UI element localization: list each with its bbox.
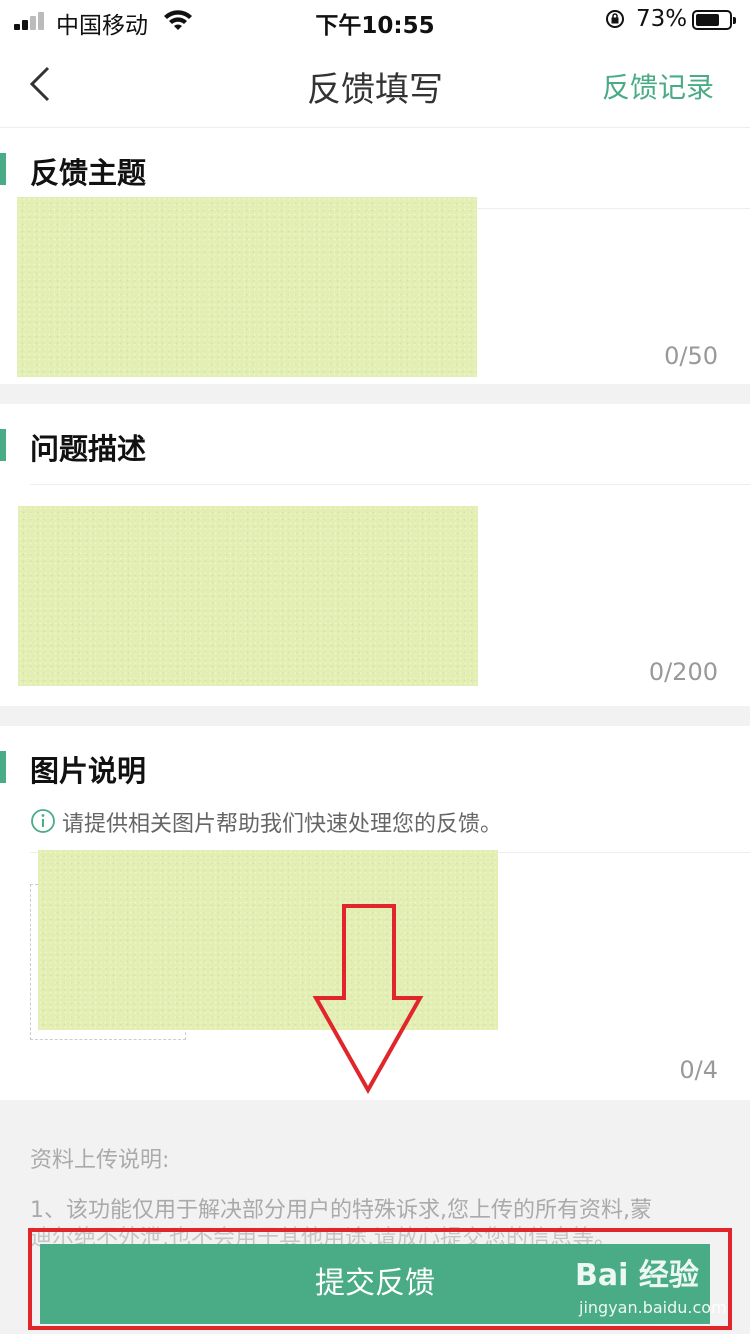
section-accent-bar [0,751,6,783]
section-divider [0,384,750,404]
redacted-area [17,197,477,377]
topic-section-title: 反馈主题 [30,156,147,190]
description-char-counter: 0/200 [648,658,718,686]
section-accent-bar [0,429,6,461]
down-arrow-annotation-icon [312,904,424,1094]
upload-info-title: 资料上传说明: [30,1148,170,1173]
battery-icon [692,10,736,30]
topic-char-counter: 0/50 [664,342,718,370]
rotation-lock-icon [606,10,624,28]
watermark-logo: Bai 经验 [575,1258,699,1293]
info-icon [31,809,55,833]
baidu-jingyan-watermark: Bai 经验 jingyan.baidu.com [575,1250,727,1330]
watermark-url: jingyan.baidu.com [579,1298,727,1317]
section-divider [0,706,750,726]
feedback-history-link[interactable]: 反馈记录 [602,66,714,106]
nav-bar: 反馈填写 反馈记录 [0,42,750,128]
divider [30,484,750,485]
section-accent-bar [0,153,6,185]
image-hint-text: 请提供相关图片帮助我们快速处理您的反馈。 [62,812,503,837]
redacted-area [38,850,498,1030]
images-section-title: 图片说明 [30,754,147,788]
description-section-title: 问题描述 [30,432,147,466]
image-count: 0/4 [679,1056,718,1084]
redacted-area [18,506,478,686]
status-bar: 中国移动 下午10:55 73% [0,0,750,42]
battery-percent: 73% [636,6,688,32]
